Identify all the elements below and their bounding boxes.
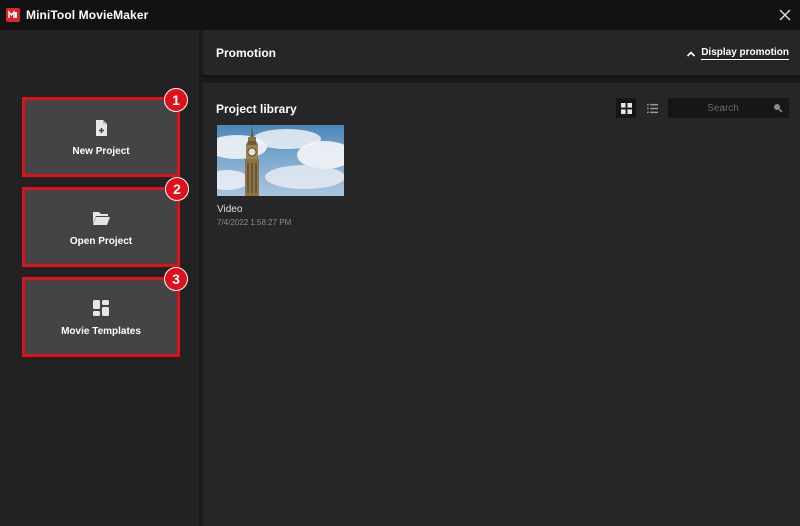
- project-library-panel: Project library Search Video 7/4/2022 1:…: [203, 83, 800, 526]
- movie-templates-label: Movie Templates: [61, 325, 141, 337]
- movie-templates-button[interactable]: Movie Templates: [22, 277, 180, 357]
- new-project-label: New Project: [72, 145, 130, 157]
- chevron-up-icon: [687, 50, 696, 57]
- open-project-label: Open Project: [69, 235, 133, 247]
- search-input[interactable]: [668, 98, 768, 118]
- grid-view-icon: [620, 102, 632, 114]
- list-view-button[interactable]: [642, 98, 662, 118]
- promotion-bar: Promotion Display promotion: [203, 30, 800, 78]
- new-project-button[interactable]: New Project: [22, 97, 180, 177]
- display-promotion-toggle[interactable]: Display promotion: [686, 47, 789, 60]
- open-project-button[interactable]: Open Project: [22, 187, 180, 267]
- project-date: 7/4/2022 1:58:27 PM: [217, 218, 292, 227]
- big-ben-thumbnail-icon: [217, 125, 344, 196]
- main-area: Promotion Display promotion Project libr…: [203, 30, 800, 526]
- display-promotion-label: Display promotion: [701, 47, 789, 60]
- app-title: MiniTool MovieMaker: [26, 8, 149, 22]
- title-bar: MiniTool MovieMaker: [0, 0, 800, 30]
- project-library-title: Project library: [216, 102, 297, 116]
- list-view-icon: [646, 103, 658, 113]
- search-icon[interactable]: [773, 103, 783, 113]
- search-box: [668, 98, 789, 118]
- app-logo-icon: [6, 8, 20, 22]
- project-thumbnail: [217, 125, 344, 196]
- new-file-icon: [91, 118, 111, 138]
- step-badge-2: 2: [165, 177, 189, 201]
- project-item-video[interactable]: Video 7/4/2022 1:58:27 PM: [217, 125, 345, 227]
- step-badge-3: 3: [164, 267, 188, 291]
- step-badge-1: 1: [164, 88, 188, 112]
- project-name: Video: [217, 204, 243, 215]
- close-icon: [779, 9, 791, 21]
- folder-open-icon: [91, 208, 111, 228]
- grid-view-button[interactable]: [616, 98, 636, 118]
- close-button[interactable]: [776, 6, 794, 24]
- templates-icon: [91, 298, 111, 318]
- promotion-title: Promotion: [216, 46, 276, 60]
- sidebar: New Project Open Project Movie Templates…: [0, 30, 199, 526]
